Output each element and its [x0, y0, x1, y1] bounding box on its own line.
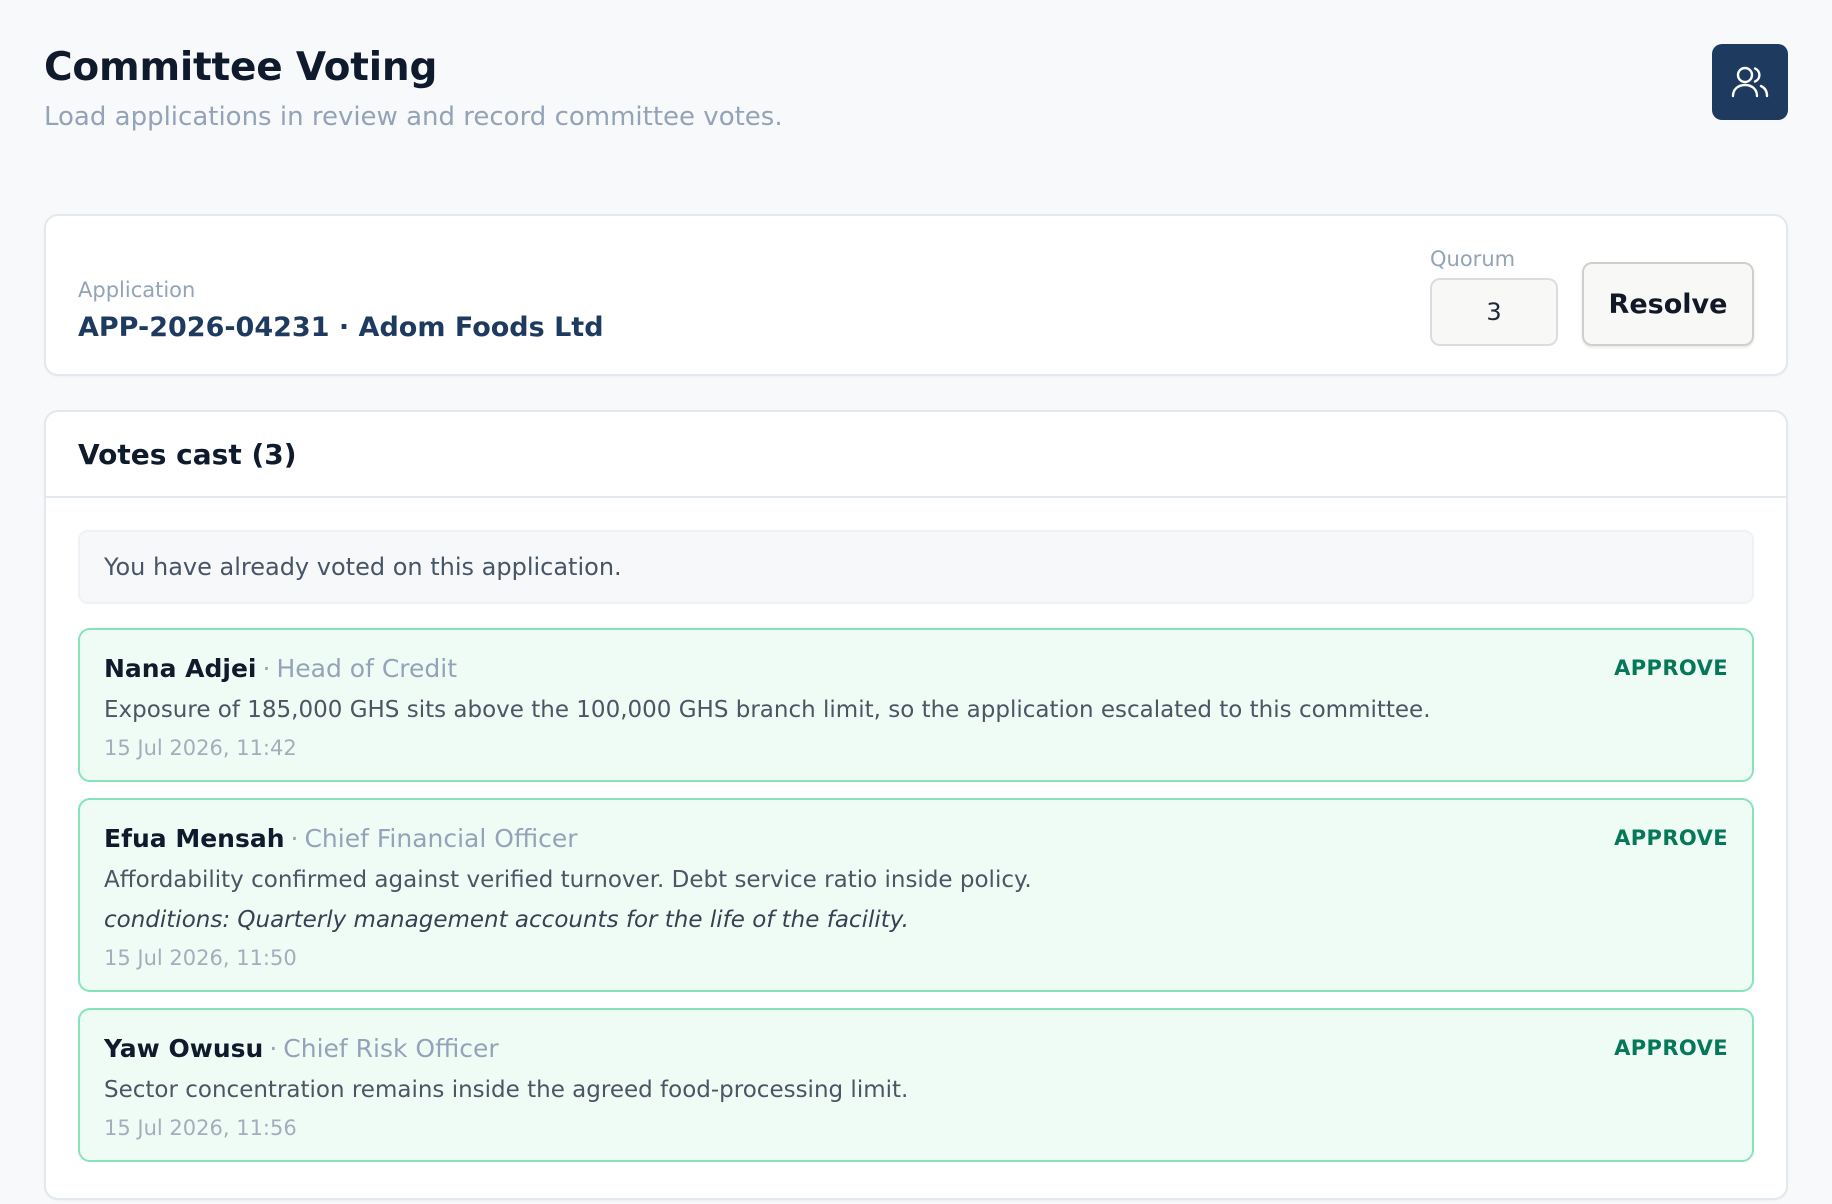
- page-title: Committee Voting: [44, 45, 438, 90]
- vote-comment: Sector concentration remains inside the …: [104, 1077, 909, 1103]
- application-label: Application: [78, 278, 196, 302]
- vote-item: Nana Adjei · Head of Credit APPROVE Expo…: [78, 628, 1754, 782]
- vote-item: Yaw Owusu · Chief Risk Officer APPROVE S…: [78, 1008, 1754, 1162]
- separator-dot: ·: [269, 1034, 278, 1063]
- separator-dot: ·: [290, 824, 299, 853]
- application-value: APP-2026-04231 · Adom Foods Ltd: [78, 312, 604, 343]
- vote-decision-badge: APPROVE: [1614, 826, 1728, 850]
- vote-comment: Exposure of 185,000 GHS sits above the 1…: [104, 697, 1431, 723]
- vote-conditions: conditions: Quarterly management account…: [104, 907, 909, 933]
- voter-name: Yaw Owusu: [104, 1034, 264, 1063]
- vote-item: Efua Mensah · Chief Financial Officer AP…: [78, 798, 1754, 992]
- vote-header: Yaw Owusu · Chief Risk Officer: [104, 1032, 1728, 1066]
- quorum-field: Quorum: [1430, 246, 1558, 346]
- quorum-input[interactable]: [1430, 278, 1558, 346]
- votes-title: Votes cast (3): [78, 437, 297, 471]
- vote-decision-badge: APPROVE: [1614, 656, 1728, 680]
- resolve-button[interactable]: Resolve: [1582, 262, 1754, 346]
- application-card: Application APP-2026-04231 · Adom Foods …: [44, 214, 1788, 376]
- committee-voting-page: Committee Voting Load applications in re…: [0, 0, 1832, 1204]
- vote-comment: Affordability confirmed against verified…: [104, 867, 1032, 893]
- voter-role: Head of Credit: [276, 654, 458, 683]
- votes-list: You have already voted on this applicati…: [46, 498, 1786, 1162]
- voter-role: Chief Financial Officer: [304, 824, 578, 853]
- vote-decision-badge: APPROVE: [1614, 1036, 1728, 1060]
- already-voted-notice: You have already voted on this applicati…: [78, 530, 1754, 604]
- voter-role: Chief Risk Officer: [283, 1034, 499, 1063]
- users-icon: [1731, 66, 1769, 98]
- vote-header: Nana Adjei · Head of Credit: [104, 652, 1728, 686]
- vote-header: Efua Mensah · Chief Financial Officer: [104, 822, 1728, 856]
- quorum-label: Quorum: [1430, 247, 1516, 271]
- voter-name: Nana Adjei: [104, 654, 257, 683]
- votes-card: Votes cast (3) You have already voted on…: [44, 410, 1788, 1200]
- page-header: Committee Voting Load applications in re…: [44, 44, 1788, 170]
- voter-name: Efua Mensah: [104, 824, 285, 853]
- vote-timestamp: 15 Jul 2026, 11:56: [104, 1116, 297, 1140]
- vote-timestamp: 15 Jul 2026, 11:42: [104, 736, 297, 760]
- page-subtitle: Load applications in review and record c…: [44, 102, 783, 132]
- separator-dot: ·: [262, 654, 271, 683]
- committee-members-button[interactable]: [1712, 44, 1788, 120]
- vote-timestamp: 15 Jul 2026, 11:50: [104, 946, 297, 970]
- votes-header: Votes cast (3): [46, 412, 1786, 498]
